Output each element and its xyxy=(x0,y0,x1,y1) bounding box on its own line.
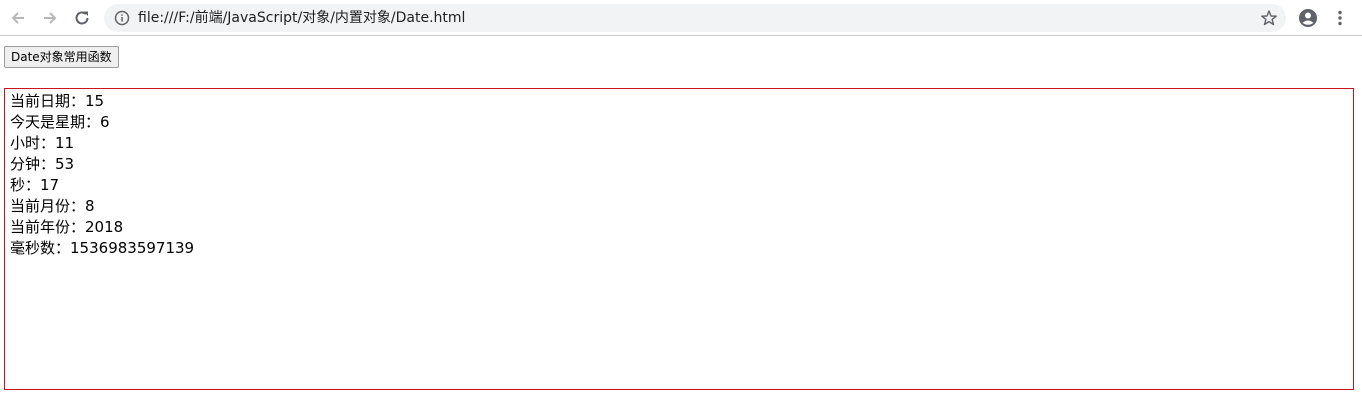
account-circle-icon xyxy=(1299,9,1317,27)
more-vert-icon xyxy=(1338,10,1342,26)
output-label: 毫秒数： xyxy=(10,239,71,257)
output-value: 2018 xyxy=(85,218,124,236)
output-value: 6 xyxy=(100,113,110,131)
date-functions-button[interactable]: Date对象常用函数 xyxy=(4,46,119,68)
arrow-right-icon xyxy=(44,12,57,24)
output-label: 秒： xyxy=(10,176,41,194)
output-line: 毫秒数：1536983597139 xyxy=(10,238,1348,259)
output-line: 当前月份：8 xyxy=(10,196,1348,217)
arrow-left-icon xyxy=(11,12,24,24)
output-box: 当前日期：15 今天是星期：6 小时：11 分钟：53 秒：17 当前月份：8 当前年份：2… xyxy=(4,88,1354,390)
menu-button[interactable] xyxy=(1326,4,1354,32)
output-label: 今天是星期： xyxy=(10,113,101,131)
output-line: 当前年份：2018 xyxy=(10,217,1348,238)
output-label: 小时： xyxy=(10,134,56,152)
info-icon[interactable] xyxy=(114,10,130,26)
output-label: 分钟： xyxy=(10,155,56,173)
output-value: 11 xyxy=(55,134,75,152)
output-line: 当前日期：15 xyxy=(10,91,1348,112)
star-icon[interactable] xyxy=(1260,9,1278,27)
url-text[interactable]: file:///F:/前端/JavaScript/对象/内置对象/Date.ht… xyxy=(138,9,465,27)
output-line: 小时：11 xyxy=(10,133,1348,154)
output-value: 53 xyxy=(55,155,75,173)
output-label: 当前年份： xyxy=(10,218,86,236)
output-value: 8 xyxy=(85,197,95,215)
profile-button[interactable] xyxy=(1294,4,1322,32)
forward-button[interactable] xyxy=(36,4,64,32)
output-line: 今天是星期：6 xyxy=(10,112,1348,133)
output-label: 当前月份： xyxy=(10,197,86,215)
output-value: 1536983597139 xyxy=(70,239,195,257)
reload-button[interactable] xyxy=(68,4,96,32)
output-line: 秒：17 xyxy=(10,175,1348,196)
output-line: 分钟：53 xyxy=(10,154,1348,175)
browser-toolbar: file:///F:/前端/JavaScript/对象/内置对象/Date.ht… xyxy=(0,0,1362,36)
reload-icon xyxy=(75,11,89,25)
address-bar[interactable]: file:///F:/前端/JavaScript/对象/内置对象/Date.ht… xyxy=(104,4,1286,32)
output-value: 17 xyxy=(40,176,60,194)
back-button[interactable] xyxy=(4,4,32,32)
output-value: 15 xyxy=(85,92,105,110)
output-label: 当前日期： xyxy=(10,92,86,110)
